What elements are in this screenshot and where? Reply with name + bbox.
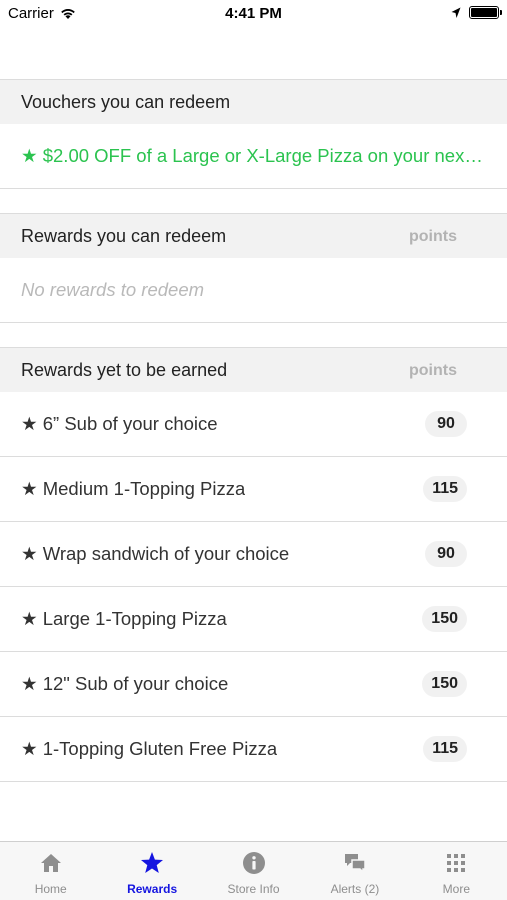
status-bar: Carrier 4:41 PM xyxy=(0,0,507,28)
reward-label: ★ 6” Sub of your choice xyxy=(21,413,218,434)
reward-row[interactable]: ★ Medium 1-Topping Pizza 115 xyxy=(0,457,507,522)
reward-points-badge: 115 xyxy=(423,476,467,502)
to-earn-section-header: Rewards yet to be earned points xyxy=(0,347,507,393)
reward-row[interactable]: ★ Large 1-Topping Pizza 150 xyxy=(0,587,507,652)
redeemable-section-title: Rewards you can redeem xyxy=(21,226,227,246)
reward-label: ★ Large 1-Topping Pizza xyxy=(21,608,227,629)
vouchers-section-header: Vouchers you can redeem xyxy=(0,79,507,125)
vouchers-section-title: Vouchers you can redeem xyxy=(21,92,231,112)
reward-label: ★ 12" Sub of your choice xyxy=(21,673,229,694)
tab-store-info[interactable]: Store Info xyxy=(203,842,304,900)
tab-bar: Home Rewards Store Info Alerts (2) More xyxy=(0,841,507,900)
reward-row[interactable]: ★ Wrap sandwich of your choice 90 xyxy=(0,522,507,587)
reward-points-badge: 90 xyxy=(425,411,467,437)
tab-rewards[interactable]: Rewards xyxy=(101,842,202,900)
tab-more[interactable]: More xyxy=(406,842,507,900)
reward-label: ★ Wrap sandwich of your choice xyxy=(21,543,290,564)
tab-store-info-label: Store Info xyxy=(227,882,280,896)
to-earn-section-title: Rewards yet to be earned xyxy=(21,360,228,380)
star-icon xyxy=(141,852,164,873)
empty-rewards-text: No rewards to redeem xyxy=(21,279,205,300)
tab-alerts-label: Alerts (2) xyxy=(330,882,380,896)
tab-rewards-label: Rewards xyxy=(127,882,178,896)
voucher-label: ★ $2.00 OFF of a Large or X-Large Pizza … xyxy=(21,145,486,166)
reward-row[interactable]: ★ 1-Topping Gluten Free Pizza 115 xyxy=(0,717,507,782)
reward-points-badge: 150 xyxy=(422,606,467,632)
voucher-row[interactable]: ★ $2.00 OFF of a Large or X-Large Pizza … xyxy=(0,124,507,189)
reward-points-badge: 115 xyxy=(423,736,467,762)
reward-row[interactable]: ★ 12" Sub of your choice 150 xyxy=(0,652,507,717)
tab-more-label: More xyxy=(442,882,470,896)
reward-points-badge: 150 xyxy=(422,671,467,697)
reward-points-badge: 90 xyxy=(425,541,467,567)
clock: 4:41 PM xyxy=(225,5,282,22)
points-column-label: points xyxy=(409,228,457,245)
points-column-label: points xyxy=(409,362,457,379)
reward-row[interactable]: ★ 6” Sub of your choice 90 xyxy=(0,392,507,457)
tab-home[interactable]: Home xyxy=(0,842,101,900)
info-icon xyxy=(242,852,265,874)
reward-label: ★ 1-Topping Gluten Free Pizza xyxy=(21,738,278,759)
grid-dots-icon xyxy=(447,854,466,872)
chat-bubbles-icon xyxy=(344,854,366,874)
home-icon xyxy=(40,854,61,872)
tab-home-label: Home xyxy=(34,882,67,896)
reward-label: ★ Medium 1-Topping Pizza xyxy=(21,478,246,499)
redeemable-section-header: Rewards you can redeem points xyxy=(0,213,507,259)
tab-alerts[interactable]: Alerts (2) xyxy=(304,842,405,900)
location-arrow-icon xyxy=(451,7,461,18)
empty-rewards-row: No rewards to redeem xyxy=(0,258,507,323)
battery-icon xyxy=(469,6,502,19)
